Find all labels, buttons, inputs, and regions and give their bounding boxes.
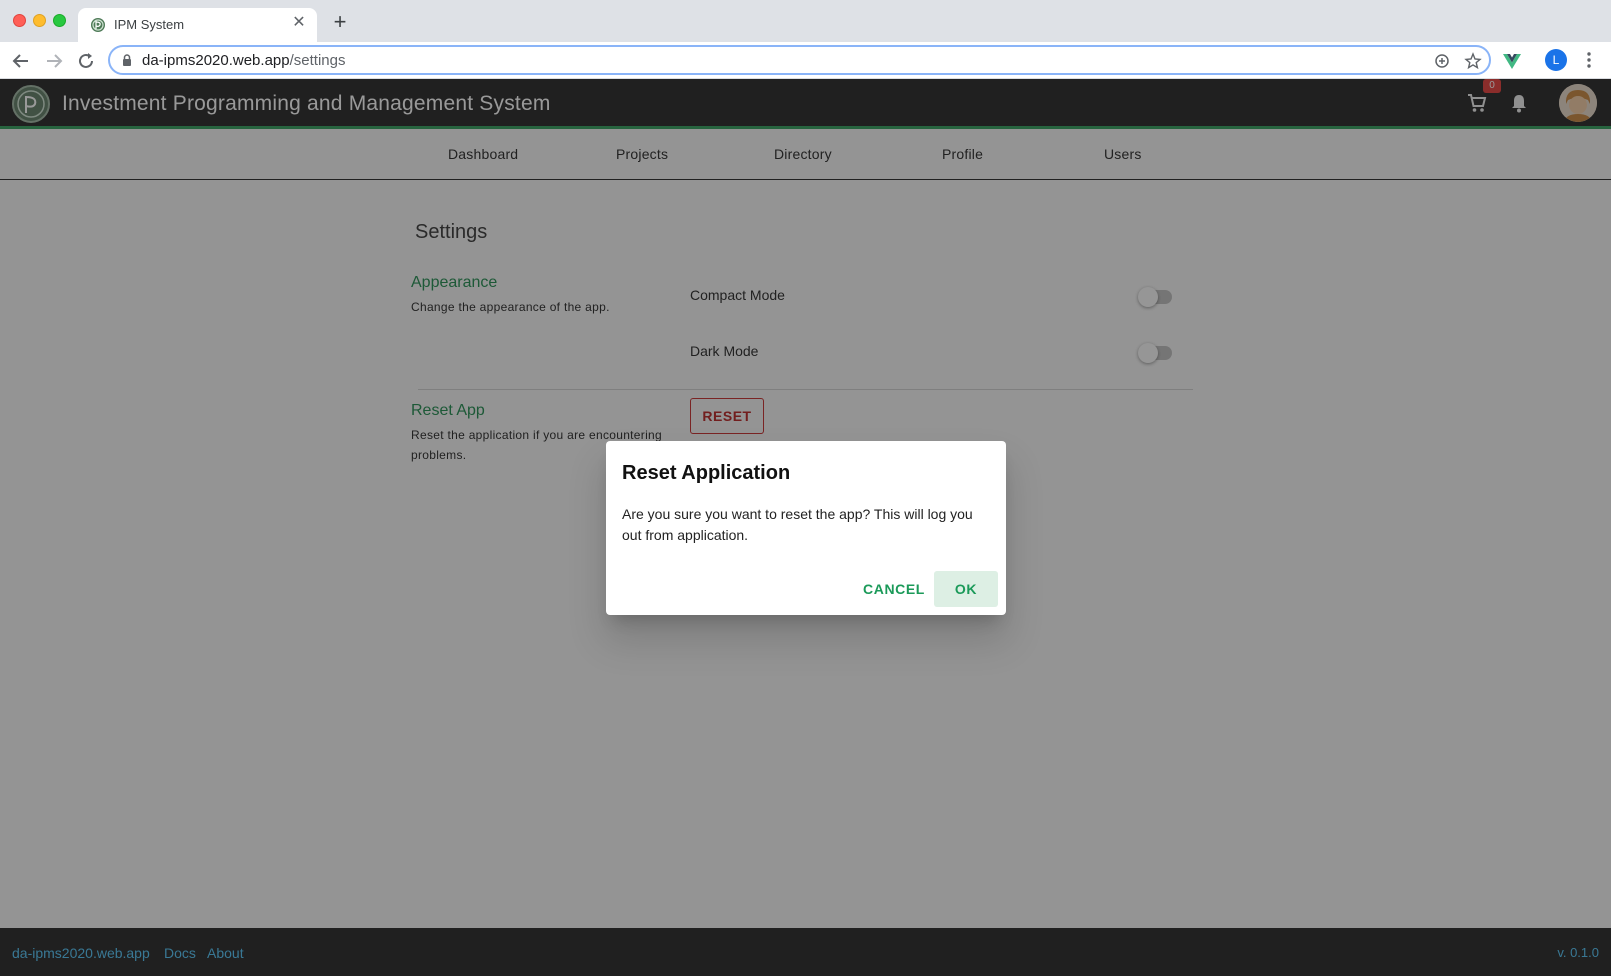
dialog-ok-button[interactable]: OK [934, 571, 998, 607]
tab-close-icon[interactable]: ✕ [289, 13, 309, 33]
browser-menu-icon[interactable] [1584, 49, 1594, 71]
reload-icon[interactable] [75, 50, 97, 72]
window-minimize-button[interactable] [33, 14, 46, 27]
window-zoom-button[interactable] [53, 14, 66, 27]
forward-arrow-icon[interactable] [43, 50, 65, 72]
new-tab-icon[interactable]: + [330, 11, 350, 33]
window-close-button[interactable] [13, 14, 26, 27]
browser-tab[interactable]: IPM System ✕ [78, 8, 317, 42]
reset-confirm-dialog: Reset Application Are you sure you want … [606, 441, 1006, 615]
install-app-icon[interactable] [1433, 52, 1451, 70]
ipm-favicon-icon [91, 18, 105, 32]
dialog-title: Reset Application [622, 462, 791, 484]
tab-title: IPM System [114, 17, 185, 32]
dialog-cancel-button[interactable]: CANCEL [854, 571, 934, 607]
back-arrow-icon[interactable] [10, 50, 32, 72]
browser-tab-bar: IPM System ✕ + [0, 0, 1611, 42]
lock-icon [123, 54, 131, 66]
bookmark-star-icon[interactable] [1464, 52, 1482, 70]
vue-devtools-extension-icon[interactable] [1501, 50, 1523, 72]
browser-toolbar: da-ipms2020.web.app/settings [0, 42, 1611, 79]
address-bar[interactable]: da-ipms2020.web.app/settings [108, 45, 1491, 75]
dialog-message: Are you sure you want to reset the app? … [622, 506, 973, 543]
browser-profile-avatar[interactable]: L [1545, 49, 1567, 71]
url-text: da-ipms2020.web.app/settings [142, 52, 346, 69]
